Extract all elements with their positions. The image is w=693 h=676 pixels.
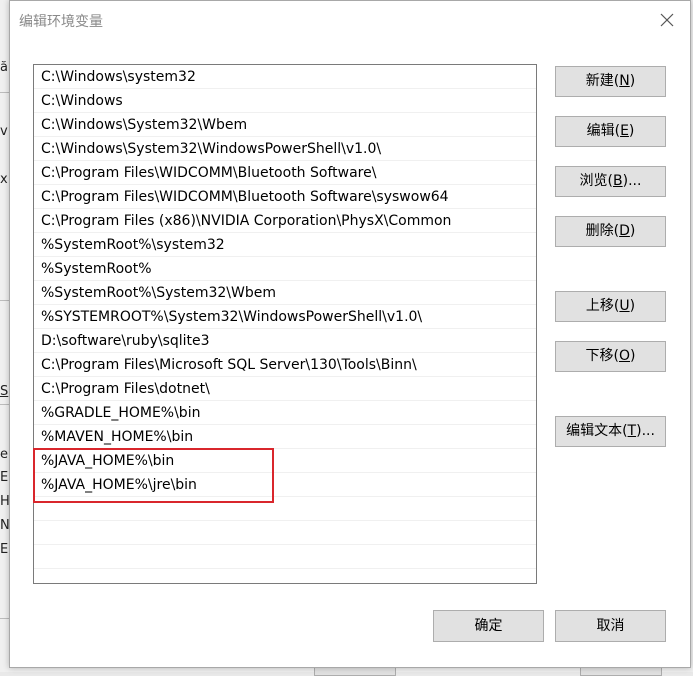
path-list-item[interactable]: C:\Program Files (x86)\NVIDIA Corporatio… [34,209,536,233]
background-text-fragment: E [0,470,9,485]
move-down-button-label: 下移( [585,348,619,364]
path-list[interactable]: C:\Windows\system32 C:\Windows C:\Windows\… [33,64,537,584]
path-list-item[interactable]: C:\Program Files\dotnet\ [34,377,536,401]
new-button-label: 新建( [585,73,620,89]
edit-button-label: 编辑( [586,123,621,139]
path-list-item[interactable]: %JAVA_HOME%\jre\bin [34,473,536,497]
empty-list-row[interactable] [34,545,536,569]
cancel-button[interactable]: 取消 [555,610,666,642]
close-icon [660,13,674,27]
path-list-item[interactable]: %SystemRoot%\System32\Wbem [34,281,536,305]
path-list-item[interactable]: C:\Windows [34,89,536,113]
path-list-item[interactable]: C:\Program Files\WIDCOMM\Bluetooth Softw… [34,185,536,209]
move-up-button[interactable]: 上移(U) [555,291,666,322]
background-text-fragment: v [0,124,8,139]
delete-button-accel: D [619,223,630,239]
edit-environment-variable-dialog: 编辑环境变量 C:\Windows\system32 C:\Windows C:\W… [9,0,691,668]
edit-text-button[interactable]: 编辑文本(T)... [555,416,666,447]
browse-button[interactable]: 浏览(B)... [555,166,666,197]
move-up-button-suffix: ) [629,298,636,314]
delete-button-label: 删除( [585,223,620,239]
close-button[interactable] [652,7,682,33]
path-list-item[interactable]: %SystemRoot%\system32 [34,233,536,257]
path-list-item[interactable]: %MAVEN_HOME%\bin [34,425,536,449]
path-list-item[interactable]: C:\Windows\System32\WindowsPowerShell\v1… [34,137,536,161]
edit-text-button-label: 编辑文本( [566,423,628,439]
path-list-item[interactable]: C:\Windows\System32\Wbem [34,113,536,137]
path-list-item[interactable]: C:\Program Files\Microsoft SQL Server\13… [34,353,536,377]
move-up-button-label: 上移( [585,298,620,314]
path-list-item[interactable]: %SystemRoot% [34,257,536,281]
background-text-fragment: x [0,172,8,187]
edit-button[interactable]: 编辑(E) [555,116,666,147]
browse-button-suffix: )... [622,173,642,189]
move-down-button[interactable]: 下移(O) [555,341,666,372]
empty-list-row[interactable] [34,521,536,545]
move-down-button-accel: O [618,348,631,364]
path-list-item[interactable]: C:\Program Files\WIDCOMM\Bluetooth Softw… [34,161,536,185]
edit-button-accel: E [620,123,629,139]
path-list-item[interactable]: %SYSTEMROOT%\System32\WindowsPowerShell\… [34,305,536,329]
background-text-fragment: S [0,384,9,399]
browse-button-accel: B [613,173,623,189]
new-button[interactable]: 新建(N) [555,66,666,97]
delete-button[interactable]: 删除(D) [555,216,666,247]
path-list-item[interactable]: C:\Windows\system32 [34,65,536,89]
move-down-button-suffix: ) [630,348,636,364]
ok-button[interactable]: 确定 [433,610,544,642]
edit-text-button-accel: T [627,423,637,439]
dialog-title: 编辑环境变量 [19,14,103,30]
move-up-button-accel: U [619,298,630,314]
edit-button-suffix: ) [628,123,635,139]
path-list-item[interactable]: %JAVA_HOME%\bin [34,449,536,473]
path-list-item[interactable]: D:\software\ruby\sqlite3 [34,329,536,353]
new-button-accel: N [619,73,630,89]
path-list-item[interactable]: %GRADLE_HOME%\bin [34,401,536,425]
browse-button-label: 浏览( [579,173,614,189]
delete-button-suffix: ) [629,223,636,239]
background-text-fragment: ă [0,60,8,75]
new-button-suffix: ) [629,73,636,89]
background-text-fragment: e [0,447,8,462]
title-bar[interactable]: 编辑环境变量 [10,1,690,39]
empty-list-row[interactable] [34,497,536,521]
edit-text-button-suffix: )... [636,423,655,439]
